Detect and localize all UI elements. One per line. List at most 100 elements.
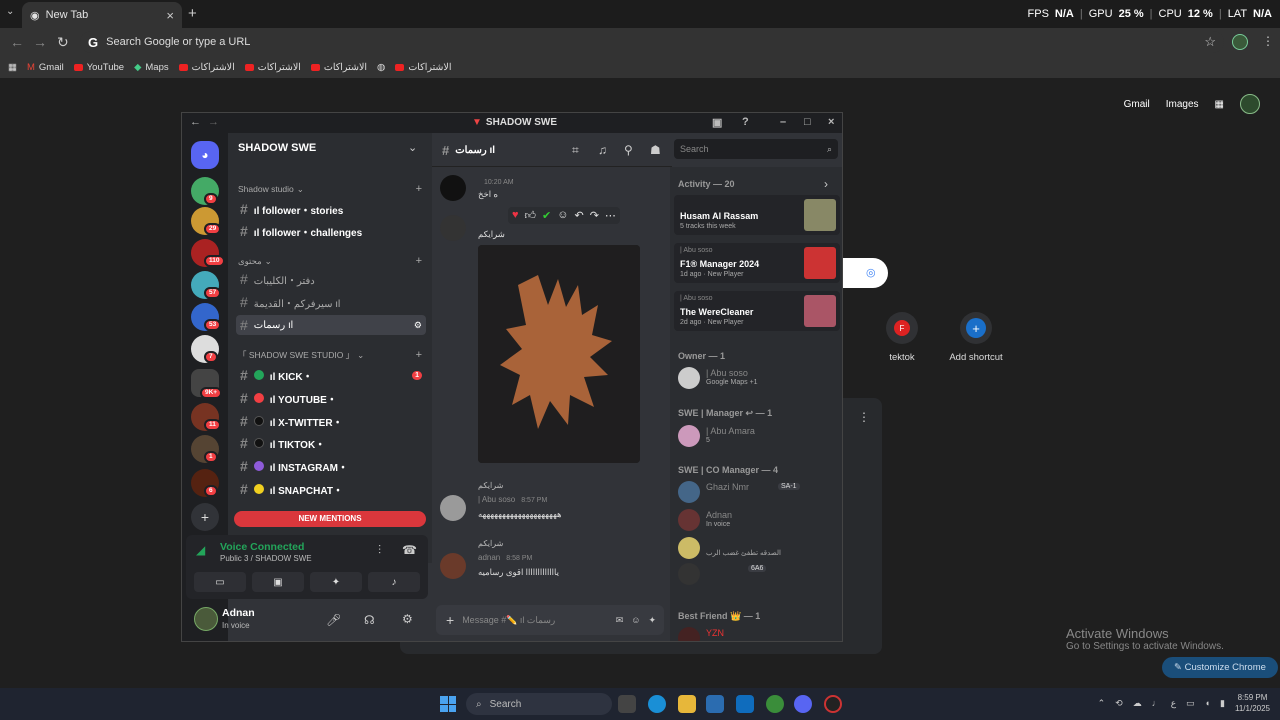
notification-bell-icon[interactable]: ♫ — [598, 143, 607, 157]
member-best-friend[interactable]: YZN — [678, 625, 838, 641]
add-server-icon[interactable]: + — [191, 503, 219, 531]
bookmark-subs-2[interactable]: الاشتراكات — [244, 62, 301, 73]
channel-snapchat[interactable]: # ıl SNAPCHAT・ — [236, 479, 426, 499]
reload-icon[interactable]: ↻ — [57, 34, 69, 51]
tab-search-icon[interactable]: ⌄ — [6, 6, 14, 17]
file-explorer-icon[interactable] — [678, 695, 696, 713]
voice-channel-label[interactable]: Public 3 / SHADOW SWE — [220, 554, 312, 563]
close-tab-icon[interactable]: × — [166, 8, 174, 23]
new-tab-button[interactable]: + — [188, 5, 197, 22]
more-icon[interactable]: ⋮ — [858, 410, 870, 424]
bookmark-youtube[interactable]: YouTube — [73, 62, 124, 73]
channel-x-twitter[interactable]: # ıl X-TWITTER・ — [236, 411, 426, 431]
emoji-icon[interactable]: ☺ — [631, 615, 640, 625]
channel-old-servers[interactable]: # سيرفركم・القديمة ıl — [236, 292, 426, 312]
bookmark-maps[interactable]: ◆ Maps — [134, 62, 169, 73]
soundboard-icon[interactable]: ♪ — [368, 572, 420, 592]
clock[interactable]: 8:59 PM 11/1/2025 — [1235, 692, 1270, 714]
screen-share-icon[interactable]: ▣ — [252, 572, 304, 592]
more-icon[interactable]: ⋯ — [605, 209, 616, 222]
back-icon[interactable]: ← — [190, 116, 201, 128]
shortcut-tektok[interactable]: F tektok — [874, 312, 930, 363]
volume-icon[interactable]: ◖ — [1205, 698, 1210, 708]
avatar[interactable] — [194, 607, 218, 631]
channel-clips[interactable]: # دفتر・الكليبات — [236, 269, 426, 289]
channel-kick[interactable]: # ıl KICK・ 1 — [236, 365, 426, 385]
member-manager[interactable]: | Abu Amara 5 — [678, 423, 838, 449]
edge-icon[interactable] — [648, 695, 666, 713]
forward-icon[interactable]: → — [33, 34, 47, 50]
member-co-1[interactable]: Ghazi Nmr SA-1 — [678, 479, 838, 505]
reply-icon[interactable]: ↶ — [574, 209, 583, 222]
battery-icon[interactable]: ▮ — [1220, 698, 1225, 709]
help-icon[interactable]: ? — [742, 116, 749, 128]
app-icon[interactable] — [824, 695, 842, 713]
channel-follower-stories[interactable]: # ıl follower・stories — [236, 199, 426, 219]
chrome-icon[interactable] — [766, 695, 784, 713]
apps-icon[interactable]: ▦ — [8, 62, 17, 73]
forward-icon[interactable]: → — [208, 116, 219, 128]
thumbs-up-icon[interactable]: 👍︎ — [525, 209, 537, 222]
lens-icon[interactable]: ◎ — [866, 266, 876, 279]
message-input[interactable]: + Message #✏️ ıl رسمات ✉ ☺ ✦ — [436, 605, 664, 635]
member-owner[interactable]: | Abu soso Google Maps +1 — [678, 365, 838, 391]
back-icon[interactable]: ← — [10, 34, 24, 50]
bookmark-subs-3[interactable]: الاشتراكات — [310, 62, 367, 73]
invite-settings-icon[interactable]: ⚙ — [414, 320, 422, 331]
microphone-icon[interactable]: 🎤︎ — [326, 613, 341, 627]
language-icon[interactable]: ع — [1171, 698, 1176, 709]
inbox-icon[interactable]: ▣ — [712, 116, 722, 129]
activities-icon[interactable]: ✦ — [310, 572, 362, 592]
voice-connected-label[interactable]: Voice Connected — [220, 541, 304, 553]
microphone-icon[interactable]: ♩ — [1152, 698, 1161, 708]
channel-tiktok[interactable]: # ıl TIKTOK・ — [236, 433, 426, 453]
bookmark-subs-1[interactable]: الاشتراكات — [178, 62, 235, 73]
images-link[interactable]: Images — [1166, 99, 1199, 110]
avatar[interactable] — [440, 553, 466, 579]
member-co-4[interactable]: 6A6 — [678, 561, 838, 587]
google-searchbox-edge[interactable]: ◎ — [836, 258, 888, 288]
cloud-icon[interactable]: ☁ — [1133, 698, 1142, 709]
reply-preview[interactable]: شرايكم — [478, 539, 503, 548]
add-attachment-icon[interactable]: + — [446, 612, 454, 628]
tab-new-tab[interactable]: ◉ New Tab × — [22, 2, 182, 28]
forward-icon[interactable]: ↷ — [590, 209, 599, 222]
avatar[interactable] — [440, 215, 466, 241]
check-icon[interactable]: ✔ — [542, 209, 551, 222]
members-icon[interactable]: ☗ — [650, 143, 661, 157]
avatar[interactable] — [440, 175, 466, 201]
message-author[interactable]: 10:20 AM — [478, 177, 514, 186]
new-mentions-button[interactable]: NEW MENTIONS — [234, 511, 426, 527]
add-shortcut[interactable]: + Add shortcut — [946, 312, 1006, 363]
omnibox[interactable]: G Search Google or type a URL ☆ — [80, 31, 1224, 53]
headphones-icon[interactable]: ☊ — [364, 613, 375, 627]
add-channel-icon[interactable]: + — [416, 183, 422, 195]
task-view-icon[interactable] — [618, 695, 636, 713]
bookmark-subs-4[interactable]: الاشتراكات — [395, 62, 451, 73]
maximize-icon[interactable]: □ — [804, 116, 811, 128]
chevron-down-icon[interactable]: ⌄ — [408, 141, 417, 154]
gift-icon[interactable]: ✉ — [616, 615, 624, 626]
member-co-2[interactable]: Adnan In voice — [678, 507, 838, 533]
activity-card-2[interactable]: | Abu soso F1® Manager 2024 1d ago · New P… — [674, 243, 840, 283]
discord-icon[interactable] — [794, 695, 812, 713]
taskbar-search[interactable]: ⌕ Search — [466, 693, 612, 715]
channel-follower-challenges[interactable]: # ıl follower・challenges — [236, 221, 426, 241]
add-reaction-icon[interactable]: ☺ — [557, 209, 568, 222]
category-shadow-studio[interactable]: Shadow studio ⌄ + — [238, 183, 422, 195]
google-avatar[interactable] — [1240, 94, 1260, 114]
add-channel-icon[interactable]: + — [416, 255, 422, 267]
drawing-image[interactable] — [478, 245, 640, 463]
pin-icon[interactable]: ⚲ — [624, 143, 633, 157]
store-icon[interactable] — [706, 695, 724, 713]
bookmark-globe[interactable]: ◍ — [377, 62, 385, 73]
heart-reaction-icon[interactable]: ♥ — [512, 209, 519, 222]
chevron-up-icon[interactable]: ⌃ — [1098, 698, 1106, 709]
apps-grid-icon[interactable]: ▦ — [1215, 99, 1224, 110]
settings-gear-icon[interactable]: ⚙ — [402, 612, 413, 626]
search-input[interactable]: Search ⌕ — [674, 139, 838, 159]
profile-avatar[interactable] — [1232, 34, 1248, 50]
channel-instagram[interactable]: # ıl INSTAGRAM・ — [236, 456, 426, 476]
customize-chrome-button[interactable]: ✎ Customize Chrome — [1162, 657, 1278, 678]
minimize-icon[interactable]: – — [780, 116, 786, 128]
